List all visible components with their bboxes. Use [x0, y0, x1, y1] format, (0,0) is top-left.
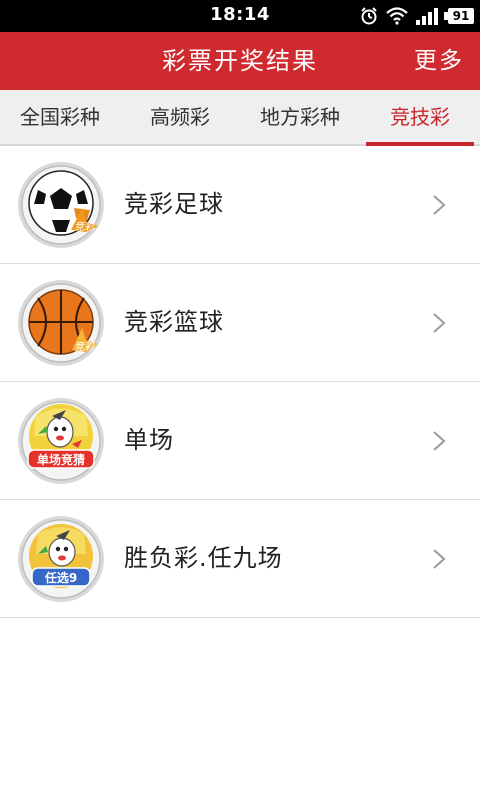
status-icons: 91 — [360, 5, 474, 27]
list-item-single-match[interactable]: 单场竞猜 单场 — [0, 382, 480, 500]
wifi-icon — [386, 7, 408, 25]
chevron-right-icon — [433, 313, 446, 333]
chevron-right-icon — [433, 549, 446, 569]
mascot-single-match-icon: 单场竞猜 — [16, 396, 106, 486]
tab-high-frequency[interactable]: 高频彩 — [120, 90, 240, 144]
status-bar: 18:14 91 — [0, 0, 480, 32]
soccer-ball-icon: 竞彩 — [16, 160, 106, 250]
more-button[interactable]: 更多 — [414, 32, 464, 90]
lottery-list: 竞彩 竞彩足球 竞彩 竞彩篮球 单场竞猜 单场 任选9 胜负彩.任九场 — [0, 146, 480, 618]
soccer-badge-text: 竞彩 — [74, 221, 96, 233]
pick9-badge-text: 任选9 — [44, 570, 77, 585]
list-item-label: 单场 — [124, 426, 174, 454]
list-item-label: 胜负彩.任九场 — [124, 544, 283, 572]
basketball-badge-text: 竞彩 — [74, 341, 96, 353]
tab-sports[interactable]: 竞技彩 — [360, 90, 480, 146]
list-item-label: 竞彩足球 — [124, 190, 224, 218]
list-item-soccer[interactable]: 竞彩 竞彩足球 — [0, 146, 480, 264]
tab-national[interactable]: 全国彩种 — [0, 90, 120, 144]
single-match-badge-text: 单场竞猜 — [37, 452, 85, 467]
list-item-label: 竞彩篮球 — [124, 308, 224, 336]
battery-icon: 91 — [444, 8, 474, 24]
list-item-basketball[interactable]: 竞彩 竞彩篮球 — [0, 264, 480, 382]
basketball-icon: 竞彩 — [16, 278, 106, 368]
signal-icon — [416, 8, 438, 25]
title-bar: 彩票开奖结果 更多 — [0, 32, 480, 90]
page-title: 彩票开奖结果 — [162, 47, 318, 75]
chevron-right-icon — [433, 431, 446, 451]
alarm-icon — [361, 7, 377, 25]
category-tabs: 全国彩种 高频彩 地方彩种 竞技彩 — [0, 90, 480, 146]
list-item-pick9[interactable]: 任选9 胜负彩.任九场 — [0, 500, 480, 618]
tab-local[interactable]: 地方彩种 — [240, 90, 360, 144]
chevron-right-icon — [433, 195, 446, 215]
mascot-pick9-icon: 任选9 — [16, 514, 106, 604]
